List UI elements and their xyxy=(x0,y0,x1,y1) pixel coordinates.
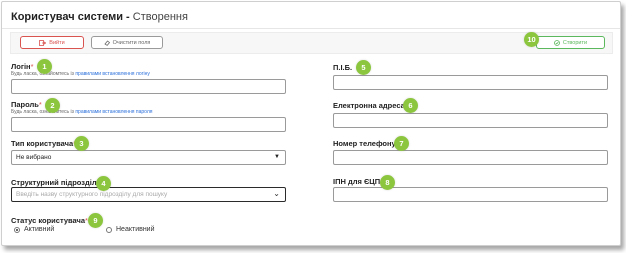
user-type-label-text: Тип користувача xyxy=(11,139,74,148)
login-required-mark: * xyxy=(30,62,34,71)
callout-marker-7: 7 xyxy=(394,136,409,151)
callout-marker-5: 5 xyxy=(356,60,371,75)
callout-marker-8: 8 xyxy=(380,175,395,190)
status-label-text: Статус користувача xyxy=(11,216,86,225)
radio-checked-icon[interactable] xyxy=(14,226,20,233)
department-search-input[interactable]: Введіть назву структурного підрозділу дл… xyxy=(11,187,286,202)
password-hint: Будь ласка, ознайомтесь із правилами вст… xyxy=(11,109,152,115)
page-title-sub: Створення xyxy=(132,11,188,23)
status-option-inactive[interactable]: Неактивний xyxy=(106,226,155,233)
title-divider xyxy=(2,28,620,29)
email-input[interactable] xyxy=(333,113,608,128)
status-option-inactive-label: Неактивний xyxy=(116,226,155,233)
phone-label: Номер телефону xyxy=(333,139,396,148)
password-hint-text: Будь ласка, ознайомтесь із xyxy=(11,109,76,115)
page-title-separator: - xyxy=(122,11,133,23)
radio-unchecked-icon[interactable] xyxy=(106,226,112,233)
login-label: Логін* xyxy=(11,62,34,71)
department-label-text: Структурний підрозділ xyxy=(11,178,97,187)
department-placeholder: Введіть назву структурного підрозділу дл… xyxy=(16,191,168,198)
password-required-mark: * xyxy=(38,100,42,109)
password-input[interactable] xyxy=(11,117,286,132)
status-option-active-label: Активний xyxy=(24,226,55,233)
callout-marker-10: 10 xyxy=(524,32,539,47)
callout-marker-9: 9 xyxy=(88,213,103,228)
create-button-label: Створити xyxy=(562,39,588,46)
eraser-icon xyxy=(104,39,110,46)
user-type-label: Тип користувача* xyxy=(11,139,76,148)
full-name-label: П.І.Б. xyxy=(333,63,352,72)
exit-button[interactable]: Вийти xyxy=(20,36,84,49)
ipn-label: ІПН для ЄЦП xyxy=(333,177,380,186)
phone-input[interactable] xyxy=(333,150,608,165)
password-rules-link[interactable]: правилами встановлення пароля xyxy=(75,109,152,115)
password-label: Пароль* xyxy=(11,100,42,109)
login-hint: Будь ласка, ознайомтесь із правилами вст… xyxy=(11,71,150,77)
login-label-text: Логін xyxy=(11,62,31,71)
callout-marker-3: 3 xyxy=(74,136,89,151)
exit-button-label: Вийти xyxy=(49,39,65,46)
user-type-select[interactable]: Не вибрано ▼ xyxy=(11,150,286,165)
create-button[interactable]: Створити xyxy=(536,36,605,49)
login-input[interactable] xyxy=(11,79,286,94)
department-label: Структурний підрозділ xyxy=(11,178,97,187)
callout-marker-1: 1 xyxy=(37,59,52,74)
exit-icon xyxy=(39,39,47,46)
email-label-text: Електронна адреса xyxy=(333,101,405,110)
callout-marker-4: 4 xyxy=(96,176,111,191)
check-circle-icon xyxy=(554,39,560,46)
ipn-label-text: ІПН для ЄЦП xyxy=(333,177,381,186)
page-title: Користувач системи - Створення xyxy=(11,11,188,23)
callout-marker-2: 2 xyxy=(45,98,60,113)
chevron-down-icon: ⌄ xyxy=(273,189,280,198)
status-label: Статус користувача* xyxy=(11,216,88,225)
caret-down-icon: ▼ xyxy=(274,154,280,160)
form-panel: Користувач системи - Створення Вийти Очи… xyxy=(1,1,621,246)
user-type-selected-value: Не вибрано xyxy=(16,154,52,161)
status-option-active[interactable]: Активний xyxy=(14,226,54,233)
clear-fields-button[interactable]: Очистити поля xyxy=(91,36,163,49)
ipn-input[interactable] xyxy=(333,187,608,202)
clear-fields-button-label: Очистити поля xyxy=(112,39,151,46)
toolbar: Вийти Очистити поля Створити xyxy=(10,32,613,54)
login-rules-link[interactable]: правилами встановлення логіну xyxy=(75,71,150,77)
phone-label-text: Номер телефону xyxy=(333,139,396,148)
full-name-input[interactable] xyxy=(333,75,608,90)
full-name-label-text: П.І.Б. xyxy=(333,63,353,72)
email-label: Електронна адреса xyxy=(333,101,405,110)
callout-marker-6: 6 xyxy=(403,98,418,113)
password-label-text: Пароль xyxy=(11,100,39,109)
page-title-main: Користувач системи xyxy=(11,11,123,23)
